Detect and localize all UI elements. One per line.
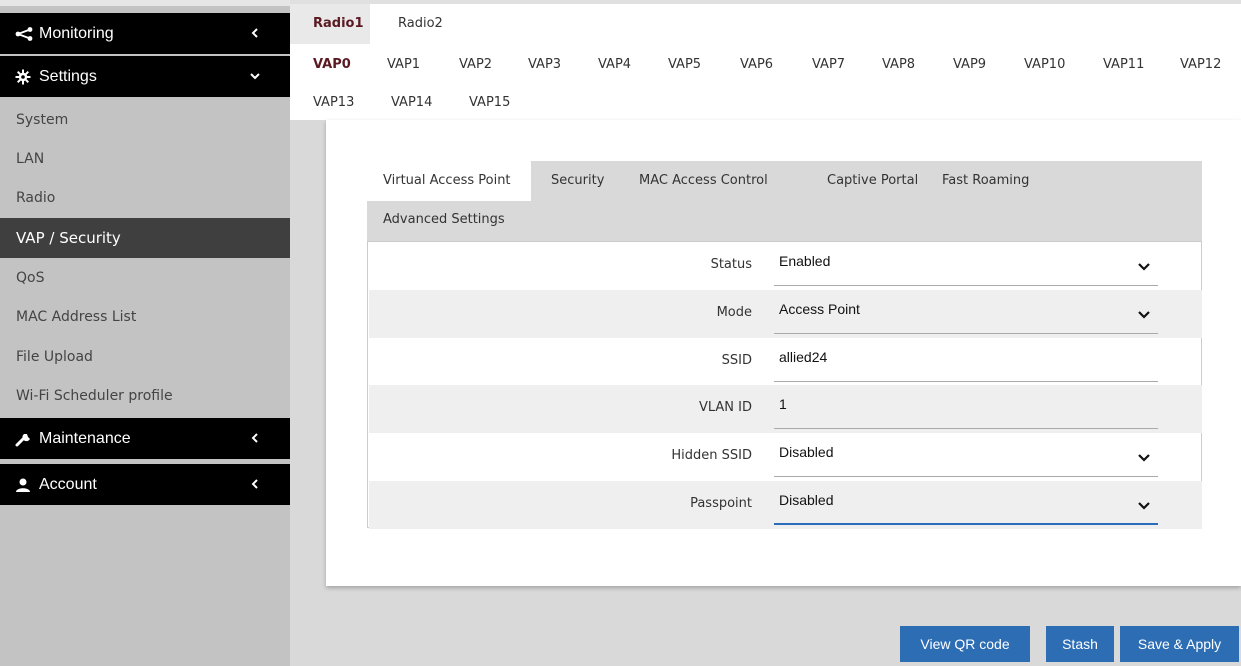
nav-group-maintenance[interactable]: Maintenance (0, 418, 290, 459)
passpoint-value: Disabled (779, 492, 834, 508)
tab-vap10[interactable]: VAP10 (1024, 57, 1065, 72)
chevron-down-icon (1138, 259, 1150, 271)
hidden-ssid-value: Disabled (779, 444, 834, 460)
tab-radio1[interactable]: Radio1 (313, 16, 364, 31)
header-top-border (290, 0, 1241, 4)
nav-group-monitoring-label: Monitoring (39, 24, 114, 42)
mode-label: Mode (716, 305, 752, 320)
tab-vap12[interactable]: VAP12 (1180, 57, 1221, 72)
nav-group-account[interactable]: Account (0, 464, 290, 505)
tab-captive-portal[interactable]: Captive Portal (827, 173, 918, 188)
sidebar-item-qos[interactable]: QoS (0, 258, 290, 298)
save-apply-button[interactable]: Save & Apply (1120, 626, 1239, 662)
chevron-left-icon (248, 430, 262, 446)
stash-button[interactable]: Stash (1046, 626, 1114, 662)
sidebar-item-label: Radio (16, 190, 56, 206)
tab-security[interactable]: Security (551, 173, 604, 188)
ssid-input[interactable]: allied24 (774, 338, 1158, 382)
user-icon (15, 477, 35, 493)
tab-vap3[interactable]: VAP3 (528, 57, 561, 72)
sidebar-item-system[interactable]: System (0, 100, 290, 140)
sidebar-item-label: Wi-Fi Scheduler profile (16, 388, 173, 404)
nav-group-monitoring[interactable]: Monitoring (0, 13, 290, 54)
hidden-ssid-select[interactable]: Disabled (774, 433, 1158, 477)
sidebar-item-wifi-scheduler-profile[interactable]: Wi-Fi Scheduler profile (0, 376, 290, 416)
tab-vap8[interactable]: VAP8 (882, 57, 915, 72)
tab-vap1[interactable]: VAP1 (387, 57, 420, 72)
mode-select[interactable]: Access Point (774, 290, 1158, 334)
nav-group-maintenance-label: Maintenance (39, 429, 131, 447)
form-row-ssid: SSID allied24 (369, 338, 1202, 386)
sidebar-item-lan[interactable]: LAN (0, 139, 290, 179)
nav-group-settings[interactable]: Settings (0, 56, 290, 97)
tab-mac-access-control[interactable]: MAC Access Control (639, 173, 768, 188)
sidebar-item-label: VAP / Security (16, 229, 121, 247)
hidden-ssid-label: Hidden SSID (671, 448, 752, 463)
sidebar-item-mac-address-list[interactable]: MAC Address List (0, 297, 290, 337)
wrench-icon (15, 431, 35, 447)
passpoint-label: Passpoint (690, 496, 752, 511)
status-select[interactable]: Enabled (774, 242, 1158, 286)
chevron-down-icon (248, 68, 262, 84)
tab-vap0[interactable]: VAP0 (313, 57, 351, 72)
sidebar-item-label: File Upload (16, 349, 93, 365)
passpoint-select[interactable]: Disabled (774, 481, 1158, 525)
sidebar-top-border (0, 0, 290, 6)
sidebar: Monitoring Settings System LAN Radio VAP… (0, 0, 290, 666)
tab-virtual-access-point[interactable]: Virtual Access Point (383, 173, 511, 188)
ssid-value: allied24 (779, 349, 828, 365)
chevron-down-icon (1138, 498, 1150, 510)
gear-icon (15, 69, 35, 85)
tab-vap6[interactable]: VAP6 (740, 57, 773, 72)
sidebar-item-label: System (16, 112, 69, 128)
vlan-id-value: 1 (779, 396, 787, 412)
tab-vap13[interactable]: VAP13 (313, 95, 354, 110)
tab-fast-roaming[interactable]: Fast Roaming (942, 173, 1029, 188)
chevron-down-icon (1138, 450, 1150, 462)
tab-radio2[interactable]: Radio2 (398, 16, 443, 31)
form-row-passpoint: Passpoint Disabled (369, 481, 1202, 529)
sidebar-item-label: QoS (16, 270, 45, 286)
chevron-left-icon (248, 25, 262, 41)
form-row-status: Status Enabled (369, 242, 1202, 290)
chevron-down-icon (1138, 307, 1150, 319)
status-label: Status (710, 257, 752, 272)
tab-vap4[interactable]: VAP4 (598, 57, 631, 72)
nav-group-settings-label: Settings (39, 67, 97, 85)
share-icon (15, 26, 35, 42)
vlan-id-input[interactable]: 1 (774, 385, 1158, 429)
tab-vap15[interactable]: VAP15 (469, 95, 510, 110)
form-row-hidden-ssid: Hidden SSID Disabled (369, 433, 1202, 481)
nav-group-account-label: Account (39, 475, 97, 493)
tab-vap11[interactable]: VAP11 (1103, 57, 1144, 72)
sidebar-item-file-upload[interactable]: File Upload (0, 337, 290, 377)
chevron-left-icon (248, 476, 262, 492)
sidebar-item-vap-security[interactable]: VAP / Security (0, 218, 290, 258)
tab-vap7[interactable]: VAP7 (812, 57, 845, 72)
sidebar-item-radio[interactable]: Radio (0, 178, 290, 218)
tab-vap5[interactable]: VAP5 (668, 57, 701, 72)
tab-vap14[interactable]: VAP14 (391, 95, 432, 110)
form-row-mode: Mode Access Point (369, 290, 1202, 338)
sidebar-item-label: MAC Address List (16, 309, 137, 325)
tab-vap9[interactable]: VAP9 (953, 57, 986, 72)
sidebar-item-label: LAN (16, 151, 45, 167)
tab-vap2[interactable]: VAP2 (459, 57, 492, 72)
tab-advanced-settings[interactable]: Advanced Settings (383, 212, 505, 227)
vlan-id-label: VLAN ID (698, 400, 752, 415)
status-value: Enabled (779, 253, 831, 269)
view-qr-code-button[interactable]: View QR code (900, 626, 1030, 662)
ssid-label: SSID (721, 353, 752, 368)
form-row-vlan-id: VLAN ID 1 (369, 385, 1202, 433)
vap-settings-form: Status Enabled Mode Access Point SSID al… (367, 241, 1202, 529)
mode-value: Access Point (779, 301, 860, 317)
